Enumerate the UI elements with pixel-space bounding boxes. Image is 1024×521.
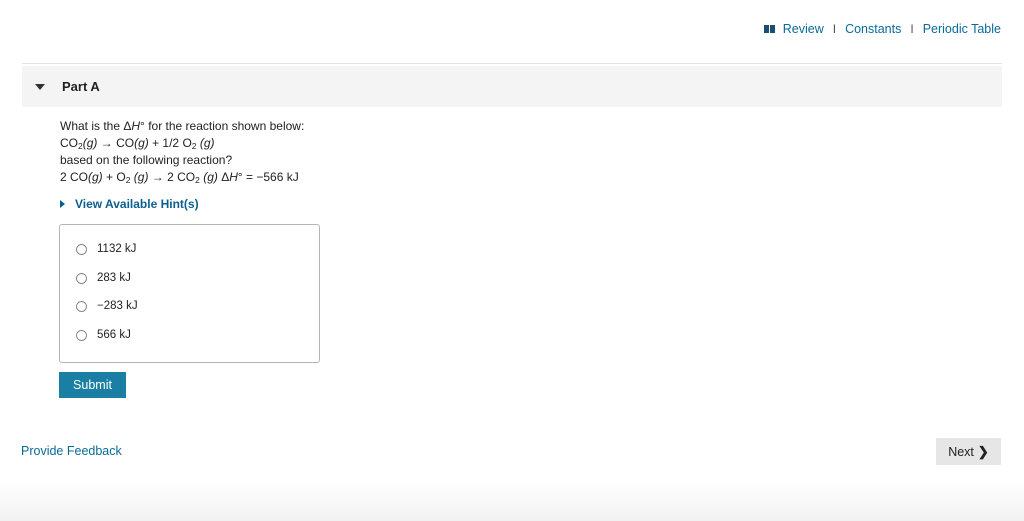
question-line-3: based on the following reaction? (60, 153, 233, 167)
choice-option[interactable]: −283 kJ (76, 300, 138, 312)
hint-label: View Available Hint(s) (75, 197, 199, 211)
answer-choices: 1132 kJ 283 kJ −283 kJ 566 kJ (59, 224, 320, 363)
link-separator: I (910, 22, 914, 36)
choice-label: 566 kJ (97, 329, 131, 341)
divider (22, 63, 1002, 64)
reaction-equation-2: 2 CO(g) + O2 (g) → 2 CO2 (g) ΔH° = −566 … (60, 170, 299, 185)
next-label: Next (948, 444, 974, 459)
choice-option[interactable]: 1132 kJ (76, 243, 136, 255)
constants-link[interactable]: Constants (845, 22, 901, 36)
link-separator: I (832, 22, 837, 36)
review-link[interactable]: Review (783, 22, 824, 36)
choice-option[interactable]: 283 kJ (76, 272, 131, 284)
caret-right-icon (60, 200, 65, 208)
footer-bar (0, 482, 1024, 521)
radio-button[interactable] (76, 300, 87, 312)
question-text: What is the ΔH° for the reaction shown b… (60, 118, 304, 186)
book-icon (763, 25, 775, 33)
part-title: Part A (62, 79, 100, 94)
choice-option[interactable]: 566 kJ (76, 329, 131, 341)
radio-button[interactable] (76, 243, 87, 255)
top-links: Review I Constants I Periodic Table (763, 22, 1001, 36)
choice-label: 283 kJ (97, 272, 131, 284)
periodic-table-link[interactable]: Periodic Table (923, 22, 1001, 36)
view-hints-toggle[interactable]: View Available Hint(s) (60, 197, 199, 211)
reaction-equation-1: CO2(g) → CO(g) + 1/2 O2 (g) (60, 136, 215, 151)
caret-down-icon (35, 83, 45, 90)
choice-label: 1132 kJ (97, 243, 137, 255)
radio-button[interactable] (76, 329, 87, 341)
radio-button[interactable] (76, 272, 87, 284)
submit-button[interactable]: Submit (59, 372, 126, 398)
next-button[interactable]: Next ❯ (936, 438, 1001, 465)
choice-label: −283 kJ (97, 300, 138, 312)
part-header[interactable]: Part A (22, 66, 1002, 107)
chevron-right-icon: ❯ (977, 443, 989, 459)
question-line-1: What is the ΔH° for the reaction shown b… (60, 119, 305, 133)
provide-feedback-link[interactable]: Provide Feedback (21, 444, 122, 458)
